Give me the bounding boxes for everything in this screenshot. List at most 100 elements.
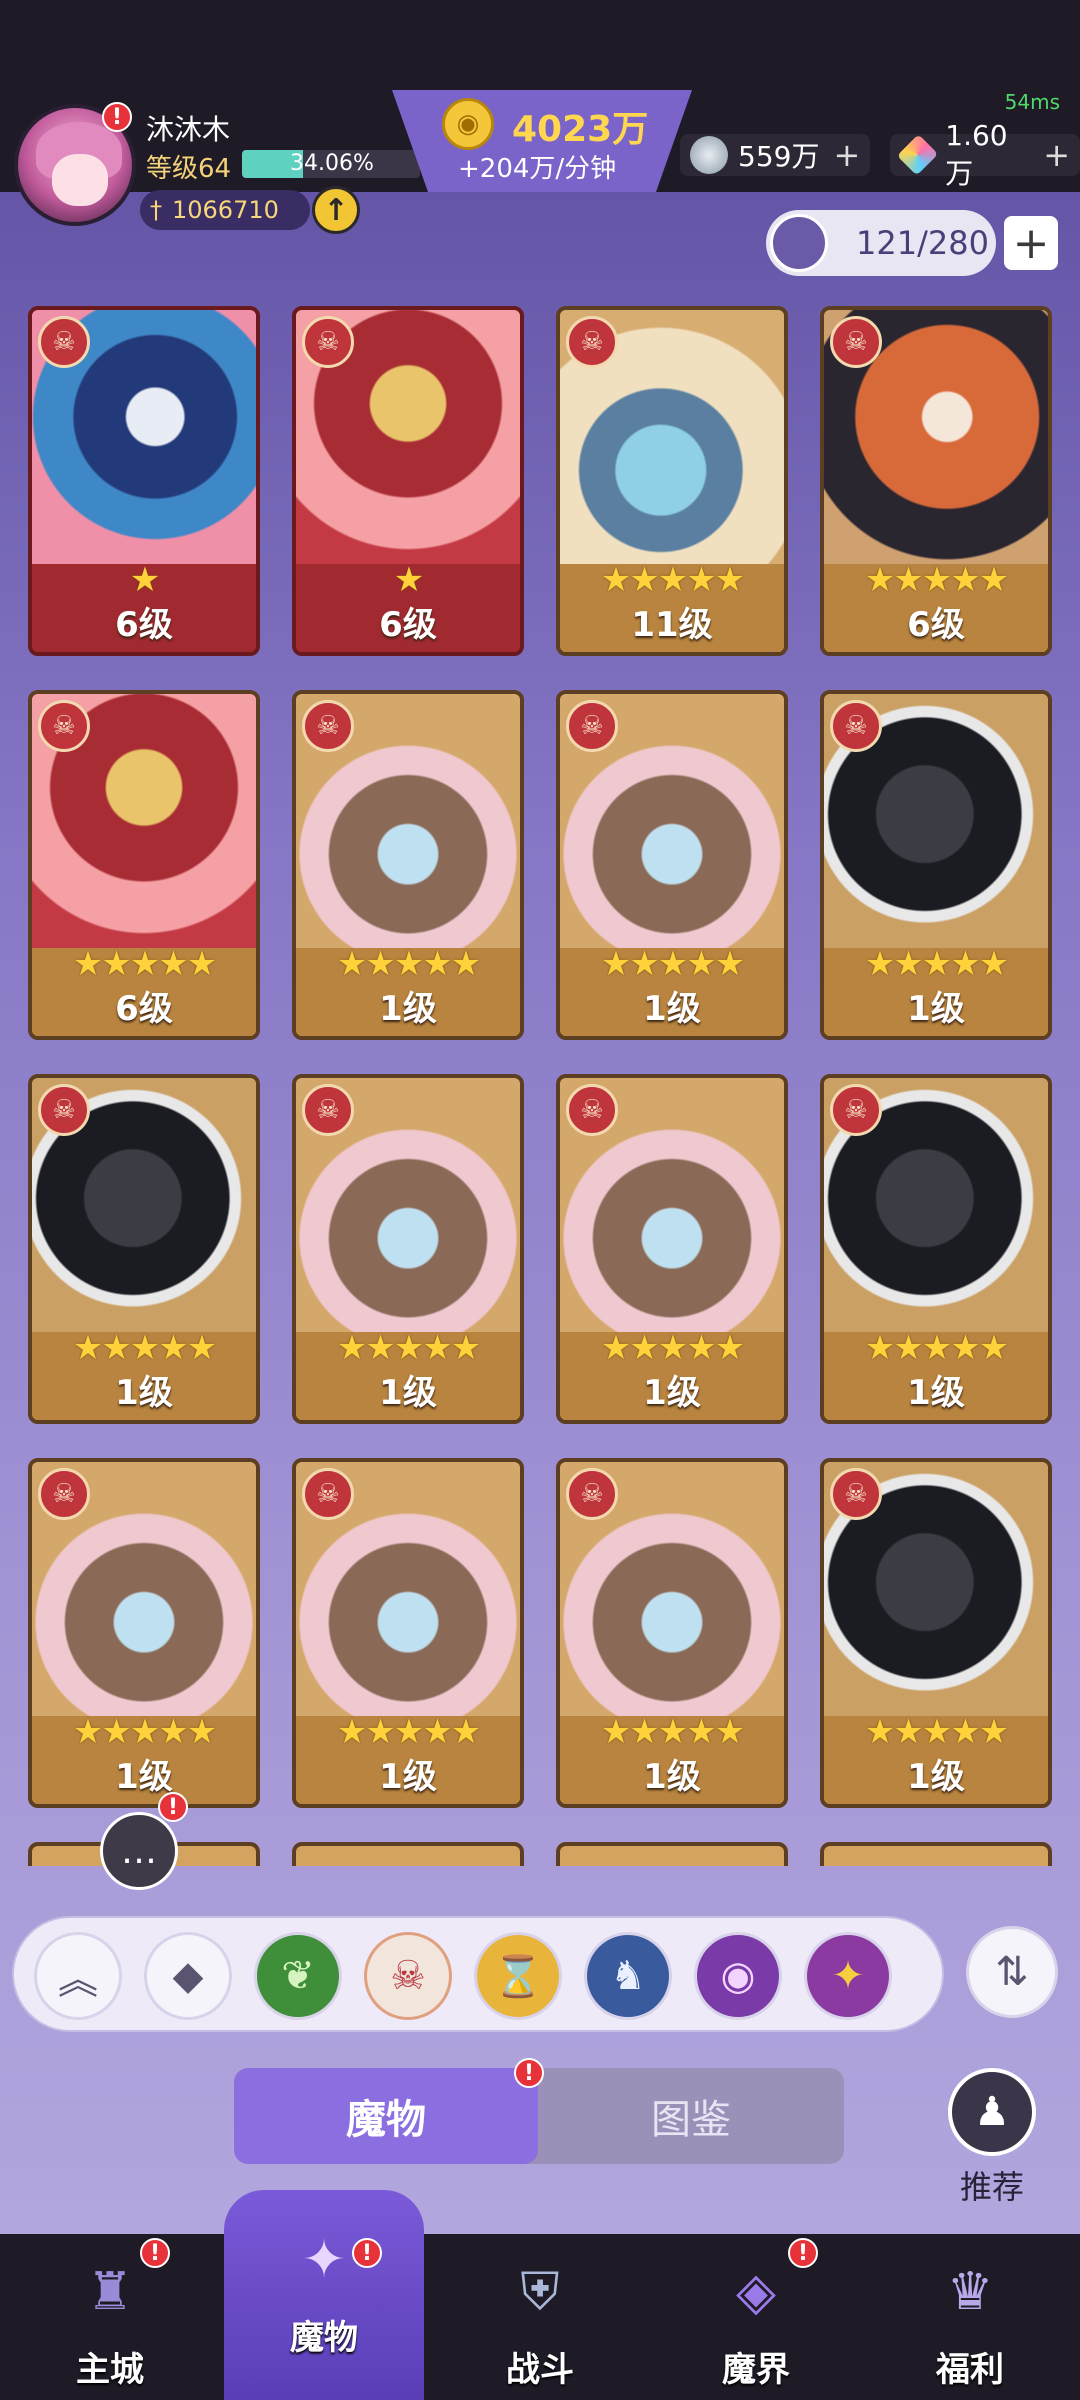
chaos-faction-icon: ☠ <box>566 700 618 752</box>
monster-level: 11级 <box>631 605 713 645</box>
filter-star-button[interactable]: ✦ <box>804 1932 892 2020</box>
chaos-faction-icon: ☠ <box>302 1468 354 1520</box>
monster-level: 1级 <box>379 1757 437 1797</box>
star-rating: ★★★★★ <box>72 1712 217 1752</box>
gem-amount: 1.60万 <box>945 118 1008 190</box>
latency-indicator: 54ms <box>1004 90 1060 114</box>
monster-card[interactable]: ☠ ★★★★★ 1级 <box>28 1458 260 1808</box>
tab-monsters[interactable]: 魔物 <box>234 2068 538 2164</box>
monster-level: 1级 <box>115 1757 173 1797</box>
sword-icon: † <box>150 196 162 224</box>
chaos-faction-icon: ☠ <box>830 1468 882 1520</box>
monster-capacity: 121/280 <box>766 210 996 276</box>
monster-capacity-value: 121/280 <box>856 224 989 262</box>
filter-eye-button[interactable]: ◉ <box>694 1932 782 2020</box>
tab-codex[interactable]: 图鉴 <box>538 2068 844 2164</box>
monster-capacity-icon <box>770 214 828 272</box>
monster-card-partial[interactable] <box>820 1842 1052 1866</box>
monster-level: 1级 <box>907 1757 965 1797</box>
monster-card[interactable]: ☠ ★★★★★ 1级 <box>28 1074 260 1424</box>
monster-card-partial[interactable] <box>292 1842 524 1866</box>
nav-monster-alert-icon: ! <box>352 2238 382 2268</box>
nav-welfare[interactable]: ♛ 福利 <box>870 2234 1070 2400</box>
filter-nature-button[interactable]: ❦ <box>254 1932 342 2020</box>
monster-card[interactable]: ☠ ★★★★★ 1级 <box>820 1074 1052 1424</box>
monster-card-grid[interactable]: ☠ ★ 6级 ☠ ★ 6级 ☠ ★★★★★ 11级 ☠ ★★★★★ 6级 ☠ ★★★★★ 6级 ☠ ★★★★★ 1… <box>28 306 1052 1866</box>
star-rating: ★ <box>129 560 160 600</box>
monster-level: 6级 <box>115 605 173 645</box>
filter-chaos-button[interactable]: ☠ <box>364 1932 452 2020</box>
nav-main-city-label: 主城 <box>76 2350 144 2390</box>
combat-power: † 1066710 <box>140 190 310 230</box>
monster-level: 1级 <box>379 1373 437 1413</box>
recommend-label: 推荐 <box>959 2168 1024 2206</box>
power-upgrade-button[interactable]: ↑ <box>312 186 360 234</box>
monster-card[interactable]: ☠ ★ 6级 <box>28 306 260 656</box>
monster-card[interactable]: ☠ ★★★★★ 1级 <box>556 1074 788 1424</box>
player-level: 等级64 <box>146 154 232 184</box>
tab-alert-icon: ! <box>514 2058 544 2088</box>
filter-all-button[interactable]: ◆ <box>144 1932 232 2020</box>
chaos-faction-icon: ☠ <box>302 700 354 752</box>
monster-card[interactable]: ☠ ★★★★★ 1级 <box>820 1458 1052 1808</box>
nav-main-city[interactable]: ♜ 主城 <box>10 2234 210 2400</box>
chat-icon: … <box>121 1830 157 1872</box>
chaos-faction-icon: ☠ <box>38 700 90 752</box>
monster-card[interactable]: ☠ ★★★★★ 1级 <box>556 690 788 1040</box>
avatar-alert-icon: ! <box>102 102 132 132</box>
recommend-button[interactable]: ♟ 推荐 <box>944 2068 1040 2208</box>
chaos-faction-icon: ☠ <box>566 1084 618 1136</box>
star-rating: ★★★★★ <box>72 1328 217 1368</box>
collapse-filter-button[interactable]: ︽ <box>34 1932 122 2020</box>
monster-card[interactable]: ☠ ★★★★★ 1级 <box>556 1458 788 1808</box>
star-rating: ★★★★★ <box>336 944 481 984</box>
star-rating: ★★★★★ <box>864 1328 1009 1368</box>
chat-button[interactable]: … <box>100 1812 178 1890</box>
sort-button[interactable]: ⇅ <box>966 1926 1058 2018</box>
star-rating: ★★★★★ <box>864 944 1009 984</box>
avatar-face <box>52 154 108 206</box>
chaos-faction-icon: ☠ <box>38 1468 90 1520</box>
add-gem-button[interactable]: + <box>1043 136 1070 174</box>
monster-level: 1级 <box>115 1373 173 1413</box>
monster-card[interactable]: ☠ ★★★★★ 11级 <box>556 306 788 656</box>
monster-card[interactable]: ☠ ★★★★★ 1级 <box>292 690 524 1040</box>
team-icon: ♟ <box>948 2068 1036 2156</box>
star-rating: ★★★★★ <box>600 1712 745 1752</box>
gold-amount: 4023万 <box>512 109 649 150</box>
eye-icon: ◉ <box>720 1953 756 1999</box>
chaos-faction-icon: ☠ <box>566 1468 618 1520</box>
monster-card[interactable]: ☠ ★★★★★ 6级 <box>820 306 1052 656</box>
star-rating: ★★★★★ <box>336 1328 481 1368</box>
diamond-grid-icon: ◆ <box>172 1953 204 1999</box>
monster-card[interactable]: ☠ ★★★★★ 1级 <box>292 1074 524 1424</box>
add-silver-button[interactable]: + <box>833 136 860 174</box>
gem-currency: 1.60万 + <box>890 119 1080 190</box>
monster-card[interactable]: ☠ ★ 6级 <box>292 306 524 656</box>
dragon-icon: ♞ <box>610 1953 646 1999</box>
monster-card[interactable]: ☠ ★★★★★ 1级 <box>292 1458 524 1808</box>
chaos-faction-icon: ☠ <box>38 316 90 368</box>
filter-order-button[interactable]: ⌛ <box>474 1932 562 2020</box>
monster-card[interactable]: ☠ ★★★★★ 6级 <box>28 690 260 1040</box>
chaos-faction-icon: ☠ <box>830 700 882 752</box>
leaf-icon: ❦ <box>281 1953 315 1999</box>
monster-level: 6级 <box>907 605 965 645</box>
nav-battle-label: 战斗 <box>506 2350 574 2390</box>
expand-capacity-button[interactable]: + <box>1004 216 1058 270</box>
nav-demon-realm[interactable]: ◈ 魔界 <box>656 2234 856 2400</box>
monster-card-partial[interactable] <box>556 1842 788 1866</box>
chaos-faction-icon: ☠ <box>830 316 882 368</box>
nav-battle[interactable]: ⛨ 战斗 <box>440 2234 640 2400</box>
filter-dragon-button[interactable]: ♞ <box>584 1932 672 2020</box>
monster-level: 6级 <box>379 605 437 645</box>
double-chevron-up-icon: ︽ <box>58 1957 98 2003</box>
gold-income-rate: +204万/分钟 <box>458 154 617 184</box>
chaos-faction-icon: ☠ <box>566 316 618 368</box>
hourglass-icon: ⌛ <box>493 1953 543 2000</box>
nav-monsters[interactable]: ✦ 魔物 <box>224 2190 424 2400</box>
star-rating: ★★★★★ <box>600 1328 745 1368</box>
monster-card[interactable]: ☠ ★★★★★ 1级 <box>820 690 1052 1040</box>
combat-power-value: 1066710 <box>172 196 279 224</box>
monster-level: 6级 <box>115 989 173 1029</box>
